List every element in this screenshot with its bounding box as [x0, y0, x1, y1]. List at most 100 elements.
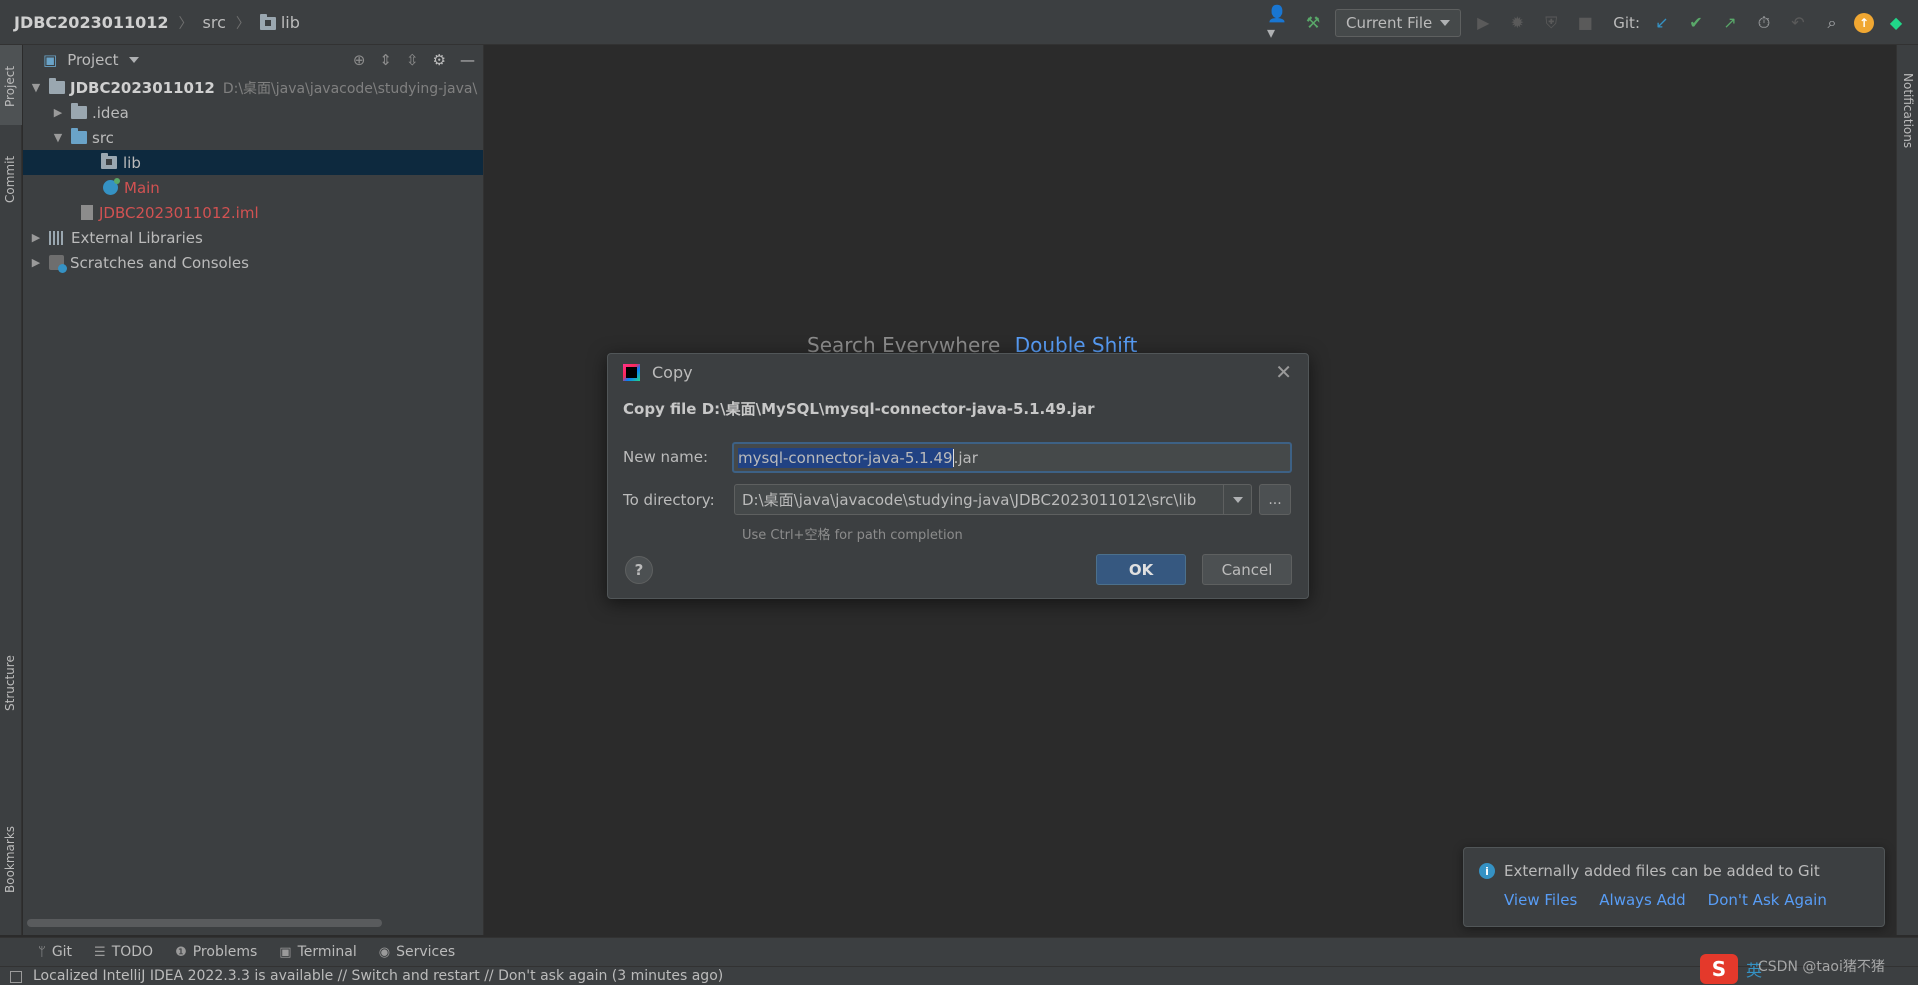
breadcrumb-lib-label: lib [280, 13, 300, 32]
stop-icon[interactable]: ■ [1573, 11, 1597, 35]
always-add-link[interactable]: Always Add [1599, 891, 1685, 909]
tool-windows-toggle-icon[interactable] [10, 971, 22, 983]
chevron-down-icon[interactable]: ▼ [29, 81, 43, 94]
navigation-bar: JDBC2023011012 〉 src 〉 lib 👤▾ ⚒ Current … [0, 0, 1918, 45]
tree-item-external-libraries[interactable]: ▶ External Libraries [23, 225, 483, 250]
tree-item-label: .idea [92, 103, 129, 122]
project-panel: ▣ Project ⊕ ⇕ ⇳ ⚙ — ▼ JDBC2023011012 D:\… [23, 45, 484, 935]
tab-git[interactable]: ᛘ Git [38, 944, 72, 960]
new-name-input[interactable]: mysql-connector-java-5.1.49 .jar [732, 442, 1292, 473]
tree-item-src[interactable]: ▼ src [23, 125, 483, 150]
to-directory-value: D:\桌面\java\javacode\studying-java\JDBC20… [742, 491, 1197, 509]
help-button[interactable]: ? [625, 556, 653, 584]
project-panel-tools: ⊕ ⇕ ⇳ ⚙ — [353, 51, 483, 69]
locate-icon[interactable]: ⊕ [353, 51, 366, 69]
tree-item-scratches[interactable]: ▶ Scratches and Consoles [23, 250, 483, 275]
close-icon[interactable]: ✕ [1275, 360, 1292, 384]
project-view-select[interactable]: Project [67, 51, 118, 69]
tree-item-main[interactable]: Main [23, 175, 483, 200]
tab-services[interactable]: ◉ Services [379, 944, 455, 960]
view-files-link[interactable]: View Files [1504, 891, 1577, 909]
dont-ask-again-link[interactable]: Don't Ask Again [1708, 891, 1827, 909]
expand-all-icon[interactable]: ⇕ [379, 51, 392, 69]
dialog-title-bar: Copy [608, 354, 1308, 390]
tree-item-lib[interactable]: lib [23, 150, 483, 175]
java-class-icon [103, 178, 120, 195]
chevron-right-icon[interactable]: ▶ [51, 106, 65, 119]
coverage-icon[interactable]: ⛨ [1539, 11, 1563, 35]
code-with-me-icon[interactable]: ◆ [1884, 11, 1908, 35]
problems-icon: ❶ [175, 944, 187, 960]
tool-tab-project-label: Project [3, 65, 17, 107]
git-update-icon[interactable]: ↙ [1650, 11, 1674, 35]
browse-button[interactable]: ... [1259, 484, 1291, 515]
tool-tab-commit[interactable]: Commit [0, 135, 22, 225]
main-toolbar: 👤▾ ⚒ Current File ▶ ✹ ⛨ ■ Git: ↙ ✔ ↗ ⏱ ↶… [1267, 0, 1918, 45]
chevron-down-icon[interactable] [128, 57, 139, 63]
chevron-right-icon[interactable]: ▶ [29, 231, 43, 244]
notification-text: Externally added files can be added to G… [1504, 862, 1820, 880]
git-push-icon[interactable]: ↗ [1718, 11, 1742, 35]
new-name-selected-text: mysql-connector-java-5.1.49 [738, 447, 953, 468]
dropdown-arrow[interactable] [1223, 485, 1251, 514]
user-icon[interactable]: 👤▾ [1267, 4, 1291, 42]
dialog-heading: Copy file D:\桌面\MySQL\mysql-connector-ja… [623, 400, 1095, 418]
gear-icon[interactable]: ⚙ [433, 51, 446, 69]
tool-tab-bookmarks-label: Bookmarks [3, 825, 17, 893]
tab-todo[interactable]: ☰ TODO [94, 944, 153, 960]
to-directory-combobox[interactable]: D:\桌面\java\javacode\studying-java\JDBC20… [734, 484, 1252, 515]
tool-tab-notifications[interactable]: Notifications [1897, 53, 1918, 173]
search-icon[interactable]: ⌕ [1820, 11, 1844, 35]
chevron-down-icon[interactable]: ▼ [51, 131, 65, 144]
build-hammer-icon[interactable]: ⚒ [1301, 11, 1325, 35]
library-icon [49, 230, 65, 245]
right-tool-strip: Notifications [1896, 45, 1918, 935]
ok-button[interactable]: OK [1096, 554, 1186, 585]
git-commit-icon[interactable]: ✔ [1684, 11, 1708, 35]
scratches-icon [49, 255, 67, 273]
tab-todo-label: TODO [111, 944, 154, 960]
chevron-right-icon[interactable]: ▶ [29, 256, 43, 269]
tab-problems[interactable]: ❶ Problems [175, 944, 257, 960]
tool-tab-bookmarks[interactable]: Bookmarks [0, 825, 22, 905]
horizontal-scrollbar[interactable] [27, 919, 382, 927]
new-name-extension: .jar [952, 448, 978, 467]
tool-tab-notifications-label: Notifications [1901, 73, 1915, 149]
list-icon: ☰ [94, 944, 106, 960]
tool-tab-structure-label: Structure [3, 655, 17, 711]
rollback-icon[interactable]: ↶ [1786, 11, 1810, 35]
tab-terminal[interactable]: ▣ Terminal [279, 944, 356, 960]
tree-item-project-root[interactable]: ▼ JDBC2023011012 D:\桌面\java\javacode\stu… [23, 75, 483, 100]
breadcrumb-separator: 〉 [235, 15, 250, 32]
run-icon[interactable]: ▶ [1471, 11, 1495, 35]
chevron-down-icon [1232, 496, 1243, 503]
update-icon[interactable]: ↑ [1854, 12, 1874, 33]
ime-indicator: S 英 [1700, 952, 1762, 985]
to-directory-label: To directory: [623, 491, 715, 509]
tab-services-label: Services [396, 944, 456, 960]
breadcrumb-lib[interactable]: lib [259, 13, 300, 32]
run-configuration-select[interactable]: Current File [1335, 8, 1462, 37]
hide-icon[interactable]: — [460, 51, 475, 69]
breadcrumb-separator: 〉 [178, 15, 193, 32]
tool-window-bar: ᛘ Git ☰ TODO ❶ Problems ▣ Terminal ◉ Services [0, 937, 1918, 966]
status-message[interactable]: Localized IntelliJ IDEA 2022.3.3 is avai… [33, 968, 723, 984]
tool-tab-structure[interactable]: Structure [0, 645, 22, 715]
source-folder-icon [71, 128, 87, 144]
cancel-button[interactable]: Cancel [1202, 554, 1292, 585]
tree-item-idea[interactable]: ▶ .idea [23, 100, 483, 125]
tool-tab-project[interactable]: Project [0, 45, 22, 125]
sogou-logo-icon: S [1700, 953, 1738, 984]
history-icon[interactable]: ⏱ [1752, 11, 1776, 35]
debug-icon[interactable]: ✹ [1505, 11, 1529, 35]
copy-dialog: Copy ✕ Copy file D:\桌面\MySQL\mysql-conne… [607, 353, 1309, 599]
tree-item-label: Main [124, 178, 160, 197]
tree-item-label: Scratches and Consoles [70, 253, 249, 272]
collapse-all-icon[interactable]: ⇳ [406, 51, 419, 69]
path-completion-hint: Use Ctrl+空格 for path completion [742, 528, 963, 543]
breadcrumb-project[interactable]: JDBC2023011012 [14, 13, 169, 32]
tree-item-iml[interactable]: JDBC2023011012.iml [23, 200, 483, 225]
new-name-label: New name: [623, 448, 709, 466]
folder-icon [259, 14, 276, 30]
breadcrumb-src[interactable]: src [203, 13, 226, 32]
